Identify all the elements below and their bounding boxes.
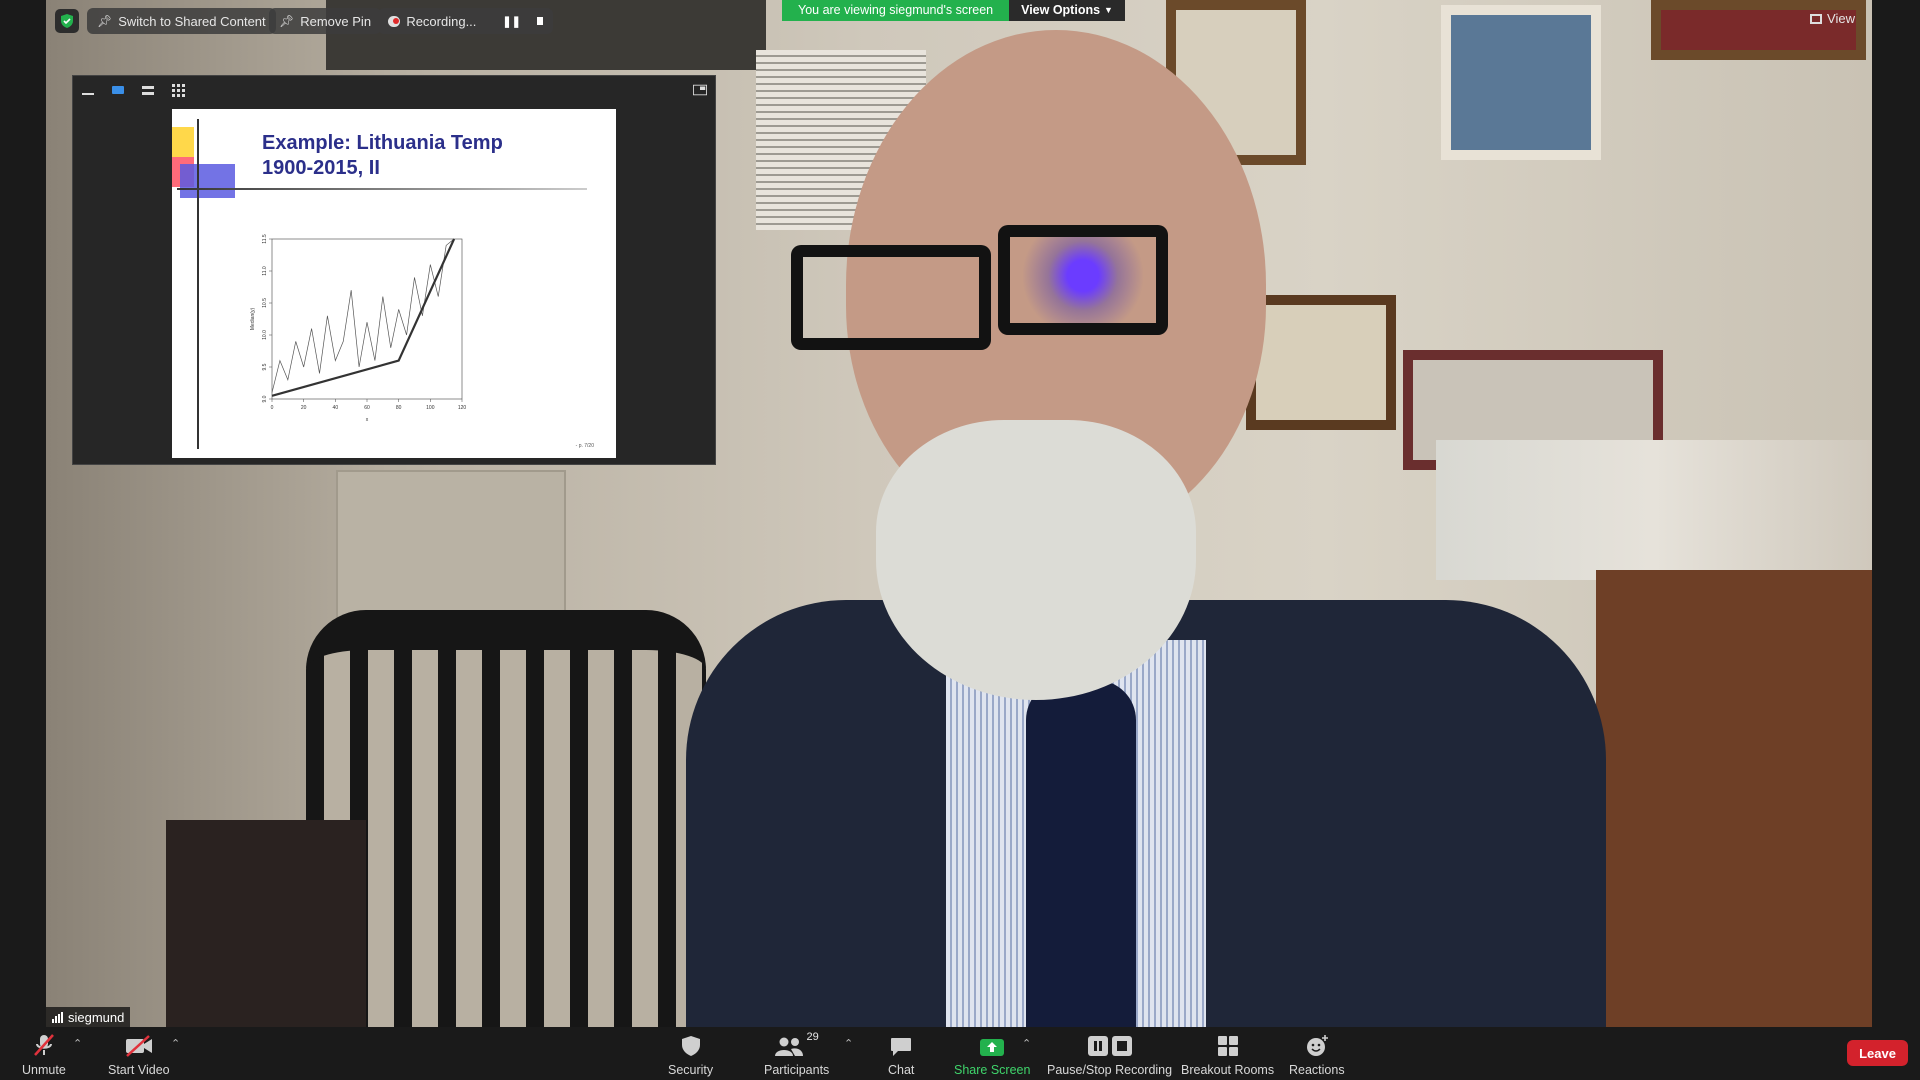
list-view-icon[interactable] — [141, 84, 155, 96]
y-tick-label: 11.5 — [262, 234, 268, 244]
x-tick-label: 20 — [301, 405, 307, 411]
pause-stop-icon — [1087, 1031, 1132, 1057]
participants-count: 29 — [806, 1031, 819, 1043]
y-tick-label: 10.5 — [262, 298, 268, 308]
shared-screen-window[interactable]: Example: Lithuania Temp 1900-2015, II 02… — [72, 75, 716, 465]
x-tick-label: 40 — [333, 405, 339, 411]
reactions-icon — [1305, 1031, 1329, 1057]
recording-cloud-icon — [388, 15, 401, 27]
breakout-rooms-icon — [1217, 1031, 1239, 1057]
glasses-left-lens — [791, 245, 991, 350]
y-tick-label: 10.0 — [262, 330, 268, 340]
pause-stop-recording-button[interactable]: Pause/Stop Recording — [1047, 1031, 1172, 1077]
leave-button[interactable]: Leave — [1847, 1040, 1908, 1066]
wall-picture-dolphin — [1441, 5, 1601, 160]
mic-muted-icon — [32, 1031, 56, 1057]
x-tick-label: 80 — [396, 405, 402, 411]
share-screen-icon — [980, 1031, 1005, 1057]
necktie — [1026, 680, 1136, 1027]
x-axis-label: x — [366, 417, 369, 423]
remove-pin-label: Remove Pin — [300, 13, 372, 29]
breakout-rooms-button[interactable]: Breakout Rooms — [1181, 1031, 1274, 1077]
meeting-toolbar: Unmute ⌃ Start Video ⌃ Security 29 Parti… — [0, 1027, 1920, 1080]
reactions-button[interactable]: Reactions — [1289, 1031, 1345, 1077]
video-off-icon — [124, 1031, 154, 1057]
share-options-caret-icon[interactable]: ⌃ — [1022, 1037, 1031, 1050]
share-screen-button[interactable]: Share Screen — [954, 1031, 1030, 1077]
encryption-shield-icon[interactable] — [55, 9, 79, 33]
beard — [876, 420, 1196, 700]
view-label: View — [1827, 11, 1855, 26]
participant-name: siegmund — [68, 1009, 125, 1025]
thumbnail-view-icon[interactable] — [111, 84, 125, 96]
black-chair — [306, 610, 706, 1027]
x-tick-label: 120 — [458, 405, 467, 411]
grid-view-icon — [1810, 13, 1823, 24]
y-tick-label: 9.5 — [262, 363, 268, 370]
x-tick-label: 100 — [426, 405, 435, 411]
x-tick-label: 0 — [271, 405, 274, 411]
breakout-rooms-label: Breakout Rooms — [1181, 1063, 1275, 1077]
chat-label: Chat — [888, 1063, 915, 1077]
unmute-button[interactable]: Unmute — [22, 1031, 66, 1077]
start-video-label: Start Video — [108, 1063, 170, 1077]
x-tick-label: 60 — [364, 405, 370, 411]
participants-label: Participants — [764, 1063, 830, 1077]
pin-icon: 📌︎ — [279, 14, 295, 28]
view-options-label: View Options — [1021, 3, 1101, 17]
pin-icon: 📌︎ — [97, 14, 113, 28]
temperature-chart: 0 20 40 60 80 100 120 9.0 9.5 10.0 10.5 11.0 11.5 x Me… — [250, 234, 467, 423]
y-tick-label: 11.0 — [262, 266, 268, 276]
y-axis-label: Median(y) — [250, 308, 256, 331]
minimize-icon[interactable] — [81, 84, 95, 96]
recording-label: Recording... — [406, 13, 477, 29]
audio-options-caret-icon[interactable]: ⌃ — [73, 1037, 82, 1050]
reactions-label: Reactions — [1289, 1063, 1345, 1077]
shield-icon — [681, 1031, 701, 1057]
share-screen-label: Share Screen — [954, 1063, 1031, 1077]
participants-icon: 29 — [774, 1031, 819, 1057]
desk-clutter — [1436, 440, 1872, 580]
switch-to-shared-content-button[interactable]: 📌︎ Switch to Shared Content — [87, 8, 276, 34]
picture-frame-floor — [166, 820, 366, 1027]
slide-footer: - p. 7/20 — [575, 443, 594, 449]
participants-caret-icon[interactable]: ⌃ — [844, 1037, 853, 1050]
chart-plot-frame — [271, 238, 463, 400]
start-video-button[interactable]: Start Video — [108, 1031, 170, 1077]
participant-name-tag: siegmund — [46, 1007, 131, 1027]
security-label: Security — [668, 1063, 714, 1077]
security-button[interactable]: Security — [668, 1031, 713, 1077]
chat-button[interactable]: Chat — [888, 1031, 914, 1077]
signal-bars-icon — [52, 1011, 63, 1023]
exit-fullscreen-icon[interactable] — [693, 84, 707, 96]
unmute-label: Unmute — [22, 1063, 66, 1077]
view-button[interactable]: View — [1810, 11, 1855, 26]
chevron-down-icon: ▼ — [1104, 5, 1113, 15]
share-window-toolbar — [73, 76, 715, 104]
switch-label: Switch to Shared Content — [118, 13, 266, 29]
view-options-button[interactable]: View Options ▼ — [1009, 0, 1125, 21]
y-tick-label: 9.0 — [262, 395, 268, 402]
wall-picture-top — [1651, 0, 1866, 60]
participants-button[interactable]: 29 Participants — [764, 1031, 829, 1077]
trend-fit-line — [271, 238, 456, 397]
chat-icon — [890, 1031, 912, 1057]
recording-indicator: Recording... ❚❚ — [378, 8, 553, 34]
stop-recording-icon[interactable] — [536, 17, 543, 25]
presentation-slide: Example: Lithuania Temp 1900-2015, II 02… — [172, 109, 616, 458]
wall-certificate — [1246, 295, 1396, 430]
glasses-right-lens — [998, 225, 1168, 335]
zoom-meeting-window: 📌︎ Switch to Shared Content 📌︎ Remove Pi… — [0, 0, 1920, 1080]
wooden-desk — [1596, 570, 1872, 1027]
viewing-banner: You are viewing siegmund's screen View O… — [782, 0, 1125, 21]
viewing-screen-label: You are viewing siegmund's screen — [782, 0, 1010, 21]
remove-pin-button[interactable]: 📌︎ Remove Pin — [269, 8, 382, 34]
pause-stop-label: Pause/Stop Recording — [1047, 1063, 1173, 1077]
gallery-view-icon[interactable] — [171, 83, 185, 97]
video-options-caret-icon[interactable]: ⌃ — [171, 1037, 180, 1050]
pause-recording-icon[interactable]: ❚❚ — [502, 15, 520, 28]
